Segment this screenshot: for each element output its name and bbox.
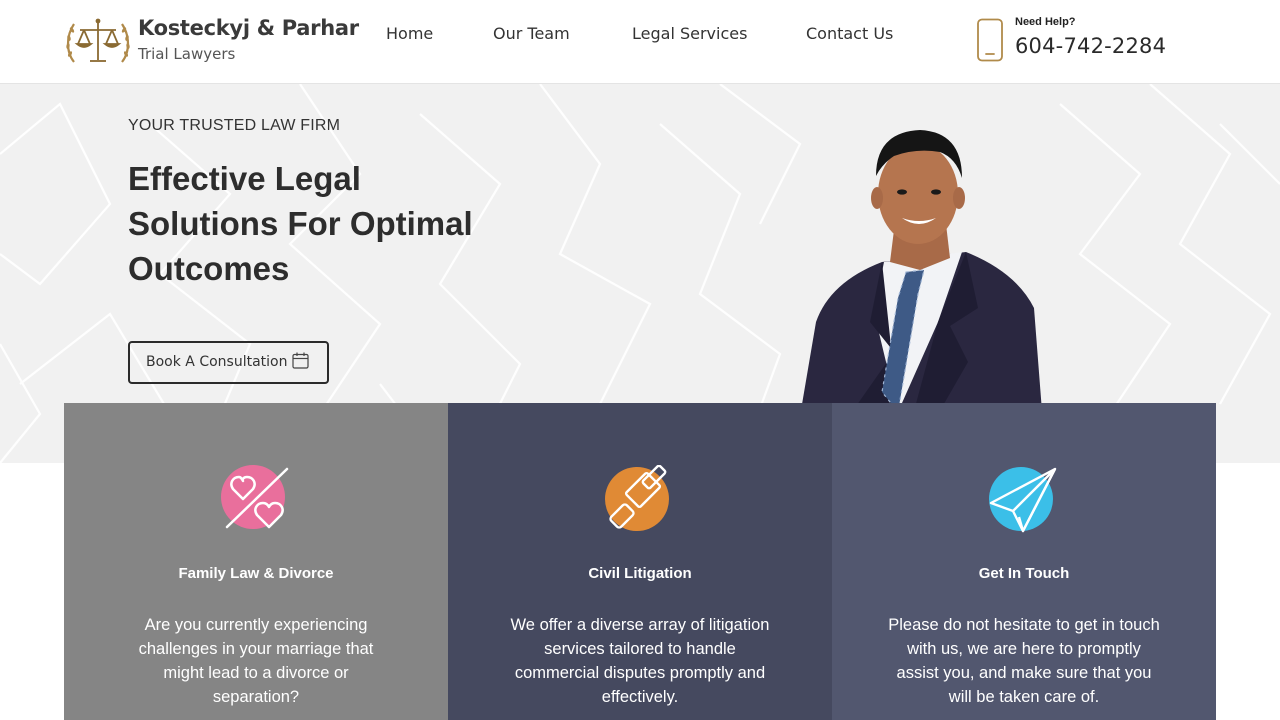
nav-our-team[interactable]: Our Team xyxy=(493,24,570,43)
gavel-icon xyxy=(605,465,669,531)
nav-legal-services[interactable]: Legal Services xyxy=(632,24,747,43)
phone-number-link[interactable]: 604-742-2284 xyxy=(1015,34,1166,58)
help-contact: Need Help? 604-742-2284 xyxy=(976,14,1196,64)
site-logo[interactable]: Kosteckyj & Parhar Trial Lawyers xyxy=(64,12,364,72)
service-card-text: Are you currently experiencing challenge… xyxy=(138,616,374,706)
help-label: Need Help? xyxy=(1015,16,1076,28)
service-card-title: Get In Touch xyxy=(978,565,1070,582)
service-card-civil-litigation[interactable]: Civil Litigation We offer a diverse arra… xyxy=(448,403,832,720)
paper-plane-icon xyxy=(989,467,1057,533)
scales-of-justice-icon xyxy=(66,18,130,63)
nav-home[interactable]: Home xyxy=(386,24,433,43)
book-consultation-button[interactable]: Book A Consultation xyxy=(128,341,329,384)
nav-contact-us[interactable]: Contact Us xyxy=(806,24,893,43)
book-consultation-label: Book A Consultation xyxy=(146,354,288,370)
hero-eyebrow: YOUR TRUSTED LAW FIRM xyxy=(128,117,341,134)
broken-hearts-icon xyxy=(221,465,289,529)
mobile-phone-icon xyxy=(977,18,1003,62)
hero-headline: Effective Legal Solutions For Optimal Ou… xyxy=(128,160,473,287)
service-card-text: We offer a diverse array of litigation s… xyxy=(510,616,770,706)
service-cards: Family Law & Divorce Are you currently e… xyxy=(64,403,1216,720)
service-card-text: Please do not hesitate to get in touch w… xyxy=(888,616,1160,706)
logo-name: Kosteckyj & Parhar xyxy=(138,16,359,40)
site-header: Kosteckyj & Parhar Trial Lawyers Home Ou… xyxy=(0,0,1280,84)
service-card-family-law[interactable]: Family Law & Divorce Are you currently e… xyxy=(64,403,448,720)
service-card-title: Family Law & Divorce xyxy=(178,565,334,582)
service-card-get-in-touch[interactable]: Get In Touch Please do not hesitate to g… xyxy=(832,403,1216,720)
logo-subtitle: Trial Lawyers xyxy=(138,45,236,63)
calendar-icon xyxy=(292,352,309,369)
service-card-title: Civil Litigation xyxy=(588,565,692,582)
